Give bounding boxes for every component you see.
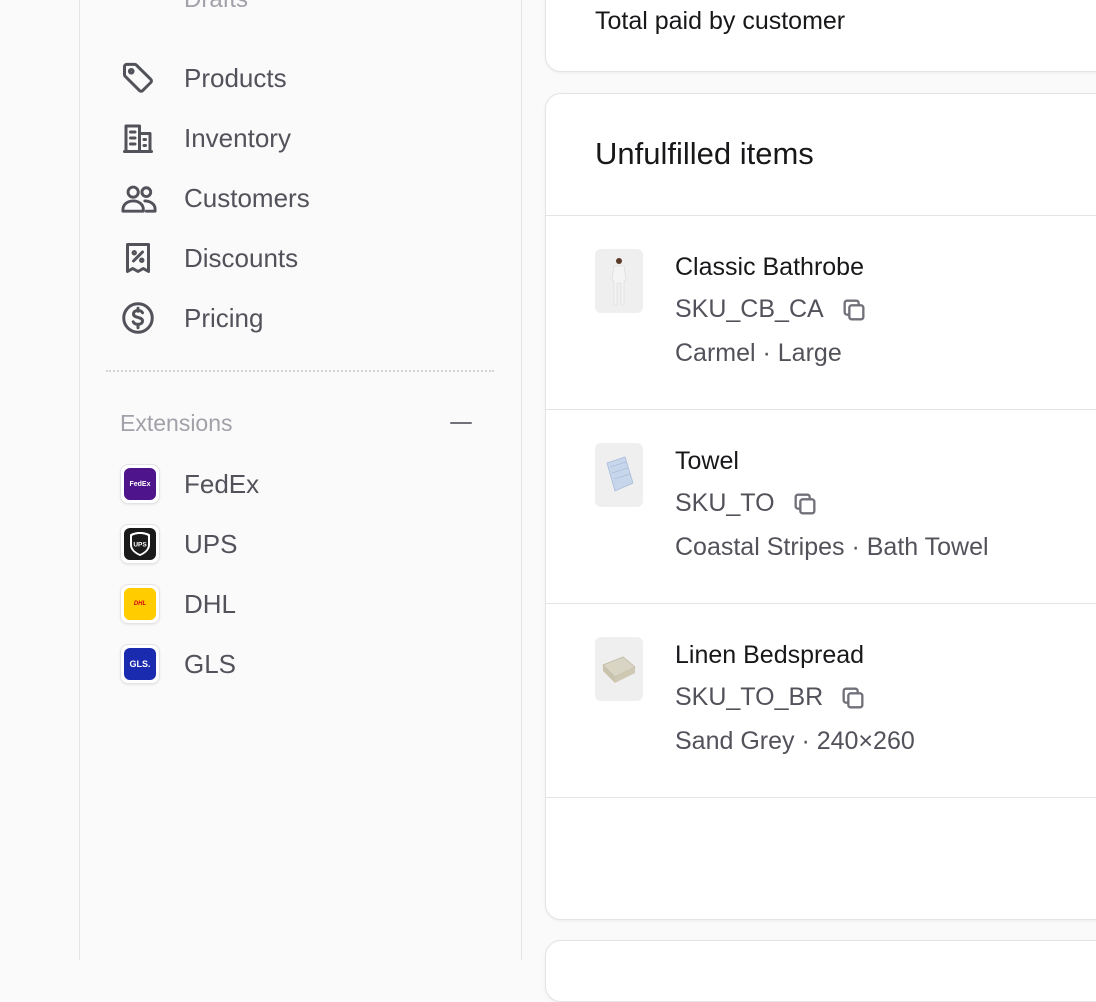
item-name: Towel <box>675 447 739 475</box>
extensions-collapse-button[interactable] <box>448 410 474 436</box>
extension-label: DHL <box>184 588 237 619</box>
item-name: Linen Bedspread <box>675 641 865 669</box>
sidebar-item-products[interactable]: Products <box>120 58 287 98</box>
dhl-logo: DHL <box>120 584 160 624</box>
item-name: Classic Bathrobe <box>675 253 864 281</box>
item-variant: Carmel · Large <box>675 339 842 367</box>
copy-icon[interactable] <box>840 296 868 324</box>
building-icon <box>120 118 160 158</box>
bedspread-image <box>602 656 636 683</box>
extension-label: FedEx <box>184 468 260 499</box>
sidebar-item-drafts[interactable]: Drafts <box>184 0 248 14</box>
left-rail <box>0 0 80 960</box>
copy-icon[interactable] <box>839 684 867 712</box>
extension-item-fedex[interactable]: FedEx FedEx <box>120 464 259 504</box>
gls-logo: GLS. <box>120 644 160 684</box>
copy-icon[interactable] <box>791 490 819 518</box>
towel-image <box>606 456 634 492</box>
line-item: Linen Bedspread SKU_TO_BR Sand Grey · 24… <box>546 603 1096 797</box>
sidebar-item-discounts[interactable]: Discounts <box>120 238 298 278</box>
extensions-section-title: Extensions <box>120 410 233 436</box>
sidebar-item-label: Pricing <box>184 302 264 333</box>
sidebar-item-label: Products <box>184 62 287 93</box>
ups-logo: UPS <box>120 524 160 564</box>
item-sku: SKU_TO_BR <box>675 683 824 711</box>
svg-text:UPS: UPS <box>133 542 147 549</box>
payment-summary-card: Total paid by customer <box>545 0 1096 72</box>
product-thumbnail[interactable] <box>595 249 643 313</box>
tag-icon <box>120 58 160 98</box>
next-card <box>545 940 1096 1002</box>
product-thumbnail[interactable] <box>595 637 643 701</box>
ups-shield-icon: UPS <box>130 532 150 556</box>
users-icon <box>120 178 160 218</box>
unfulfilled-items-card: Unfulfilled items Classic Bathrobe SKU_C… <box>545 93 1096 920</box>
extension-item-ups[interactable]: UPS UPS <box>120 524 237 564</box>
sidebar-item-label: Inventory <box>184 122 291 153</box>
minus-icon <box>450 422 472 424</box>
bathrobe-image <box>611 258 627 306</box>
item-variant: Coastal Stripes · Bath Towel <box>675 533 989 561</box>
sidebar-item-label: Discounts <box>184 242 299 273</box>
line-item: Towel SKU_TO Coastal Stripes · Bath Towe… <box>546 409 1096 603</box>
extension-item-gls[interactable]: GLS. GLS <box>120 644 236 684</box>
dollar-circle-icon <box>120 298 160 338</box>
divider <box>546 797 1096 798</box>
receipt-percent-icon <box>120 238 160 278</box>
product-thumbnail[interactable] <box>595 443 643 507</box>
item-sku: SKU_TO <box>675 489 775 517</box>
sidebar-item-customers[interactable]: Customers <box>120 178 310 218</box>
total-paid-label: Total paid by customer <box>595 7 846 35</box>
sidebar-item-pricing[interactable]: Pricing <box>120 298 263 338</box>
fedex-logo: FedEx <box>120 464 160 504</box>
extension-label: GLS <box>184 648 237 679</box>
sidebar-item-inventory[interactable]: Inventory <box>120 118 291 158</box>
sidebar-divider <box>106 370 494 372</box>
extension-item-dhl[interactable]: DHL DHL <box>120 584 236 624</box>
extension-label: UPS <box>184 528 238 559</box>
unfulfilled-items-heading: Unfulfilled items <box>595 136 814 171</box>
item-sku: SKU_CB_CA <box>675 295 824 323</box>
sidebar-item-label: Customers <box>184 182 310 213</box>
main-content: Total paid by customer Unfulfilled items… <box>522 0 1096 1002</box>
item-variant: Sand Grey · 240×260 <box>675 727 915 755</box>
sidebar: Drafts Products Inventory Customers Disc… <box>80 0 522 960</box>
line-item: Classic Bathrobe SKU_CB_CA Carmel · Larg… <box>546 215 1096 409</box>
